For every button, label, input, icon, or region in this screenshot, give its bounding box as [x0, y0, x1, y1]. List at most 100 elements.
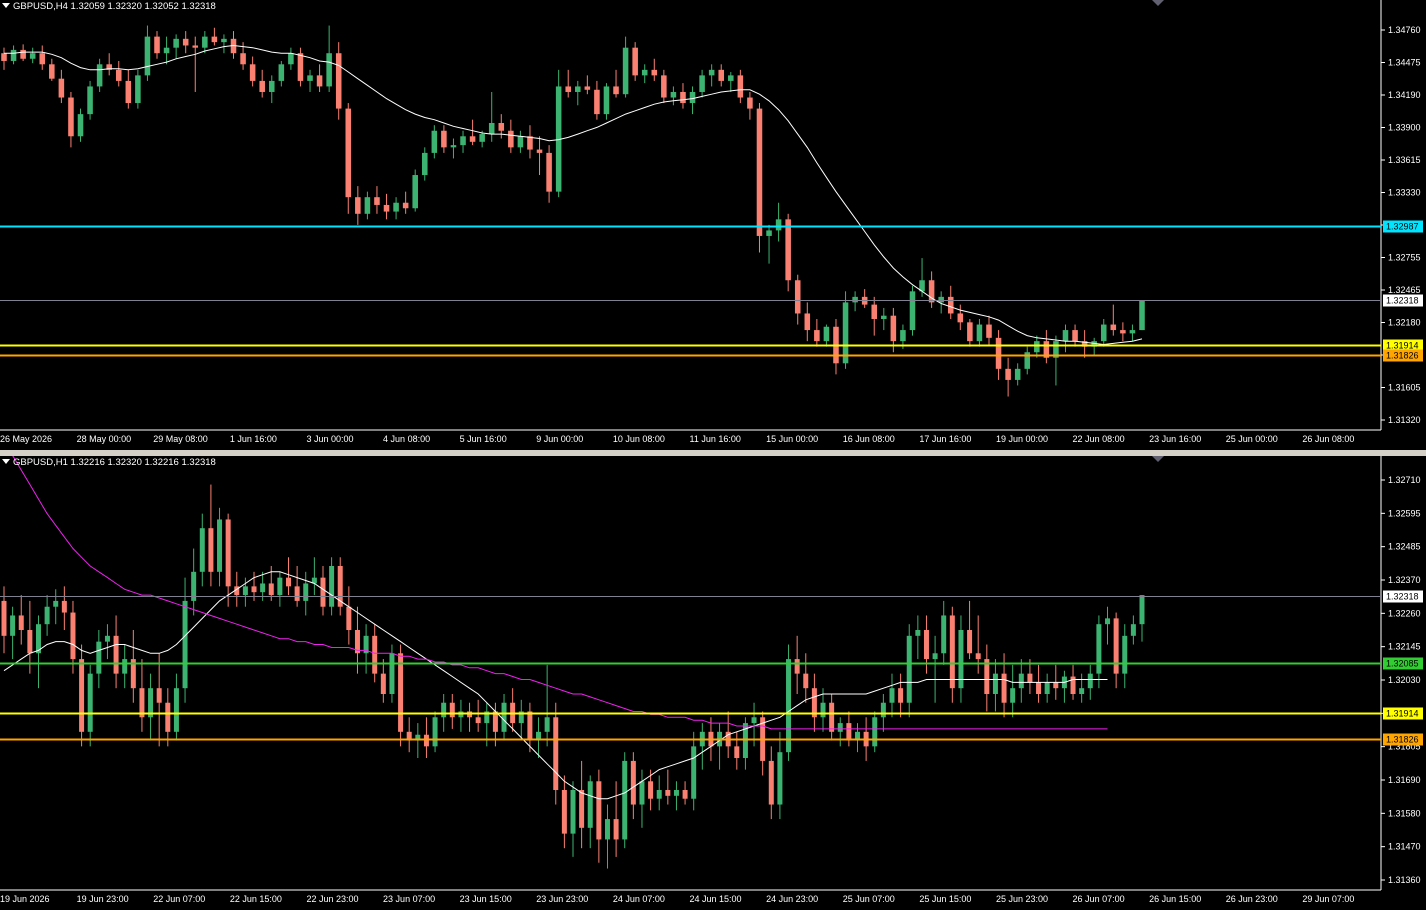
bull-candle [1122, 635, 1128, 674]
bull-candle [173, 38, 179, 48]
bull-candle [751, 717, 757, 724]
bull-candle [44, 606, 50, 625]
bear-candle [1120, 330, 1126, 334]
bear-candle [814, 330, 820, 342]
bear-candle [680, 91, 686, 104]
bear-candle [718, 69, 725, 81]
bull-candle [1096, 624, 1102, 674]
time-tick-label: 23 Jun 15:00 [460, 894, 512, 904]
bear-candle [665, 790, 671, 796]
bull-candle [656, 790, 662, 799]
bull-candle [460, 136, 466, 146]
current-price-badge-label: 1.32318 [1386, 592, 1419, 602]
bull-candle [766, 230, 772, 236]
bear-candle [211, 36, 218, 43]
time-tick-label: 25 Jun 00:00 [1226, 434, 1278, 444]
bear-candle [923, 630, 929, 660]
bull-candle [96, 641, 102, 674]
bear-candle [661, 75, 667, 98]
bull-candle [728, 75, 734, 81]
bull-candle [1100, 324, 1107, 342]
bull-candle [278, 64, 285, 81]
time-tick-label: 22 Jun 07:00 [153, 894, 205, 904]
bear-candle [449, 702, 455, 718]
bear-candle [294, 586, 300, 601]
bear-candle [871, 304, 878, 320]
price-tick-label: 1.34190 [1388, 90, 1421, 100]
price-tick-label: 1.32595 [1388, 508, 1421, 518]
bear-candle [565, 86, 571, 92]
bull-candle [412, 175, 418, 209]
price-tick-label: 1.33900 [1388, 123, 1421, 133]
bear-candle [734, 746, 740, 758]
time-tick-label: 28 May 00:00 [77, 434, 132, 444]
bull-candle [202, 36, 208, 48]
bull-candle [872, 717, 878, 747]
price-tick-label: 1.33330 [1388, 188, 1421, 198]
bear-candle [441, 130, 447, 148]
time-tick-label: 25 Jun 23:00 [996, 894, 1048, 904]
time-tick-label: 4 Jun 08:00 [383, 434, 430, 444]
bull-candle [932, 653, 938, 660]
time-tick-label: 23 Jun 23:00 [536, 894, 588, 904]
price-tick-label: 1.31690 [1388, 775, 1421, 785]
symbol-menu-icon[interactable] [2, 459, 10, 464]
bull-candle [53, 600, 59, 607]
bear-candle [995, 337, 1002, 369]
bull-candle [277, 577, 283, 596]
symbol-menu-icon[interactable] [2, 3, 10, 8]
bear-candle [596, 781, 602, 840]
time-tick-label: 5 Jun 16:00 [460, 434, 507, 444]
bear-candle [682, 790, 688, 799]
bear-candle [756, 108, 763, 236]
bear-candle [345, 108, 352, 198]
time-tick-label: 1 Jun 16:00 [230, 434, 277, 444]
bull-candle [288, 53, 294, 65]
time-tick-label: 22 Jun 15:00 [230, 894, 282, 904]
scroll-indicator-icon[interactable] [1152, 0, 1164, 6]
chart-canvas-h4[interactable]: 1.34760 1.34475 1.34190 1.33900 1.33615 1.333… [0, 0, 1426, 450]
bull-candle [307, 75, 313, 81]
bull-candle [260, 583, 266, 593]
bear-candle [372, 635, 378, 674]
bear-candle [561, 790, 567, 834]
bull-candle [517, 136, 524, 148]
bear-candle [79, 659, 85, 732]
bull-candle [837, 723, 843, 732]
bull-candle [906, 635, 912, 703]
scroll-indicator-icon[interactable] [1152, 456, 1164, 462]
bull-candle [29, 53, 36, 59]
bear-candle [947, 296, 954, 314]
bull-candle [479, 134, 485, 142]
bull-candle [992, 673, 998, 694]
bear-candle [1, 600, 7, 636]
time-tick-label: 26 Jun 07:00 [1073, 894, 1125, 904]
chart-window-h1[interactable]: GBPUSD,H1 1.32216 1.32320 1.32216 1.3231… [0, 456, 1426, 910]
bear-candle [584, 86, 591, 90]
bear-candle [579, 790, 585, 828]
bear-candle [249, 64, 256, 81]
bear-candle [355, 197, 361, 214]
bear-candle [632, 47, 638, 76]
bear-candle [1036, 682, 1042, 694]
bull-candle [1105, 618, 1111, 625]
chart-window-h4[interactable]: GBPUSD,H4 1.32059 1.32320 1.32052 1.3231… [0, 0, 1426, 450]
price-tick-label: 1.32710 [1388, 475, 1421, 485]
price-tick-label: 1.32180 [1388, 318, 1421, 328]
bull-candle [820, 702, 826, 718]
bull-candle [199, 528, 205, 572]
bull-candle [135, 75, 141, 104]
bull-candle [670, 91, 677, 98]
bull-candle [1014, 368, 1021, 380]
bull-candle [775, 219, 782, 231]
bear-candle [785, 219, 791, 281]
bear-candle [768, 760, 774, 805]
bull-candle [786, 659, 792, 753]
time-tick-label: 29 May 08:00 [153, 434, 208, 444]
bear-candle [154, 36, 160, 54]
bear-candle [957, 313, 964, 323]
bull-candle [544, 717, 550, 732]
bull-candle [1087, 673, 1093, 689]
chart-canvas-h1[interactable]: 1.32710 1.32595 1.32485 1.32370 1.32260 1.321… [0, 456, 1426, 910]
time-tick-label: 3 Jun 00:00 [306, 434, 353, 444]
